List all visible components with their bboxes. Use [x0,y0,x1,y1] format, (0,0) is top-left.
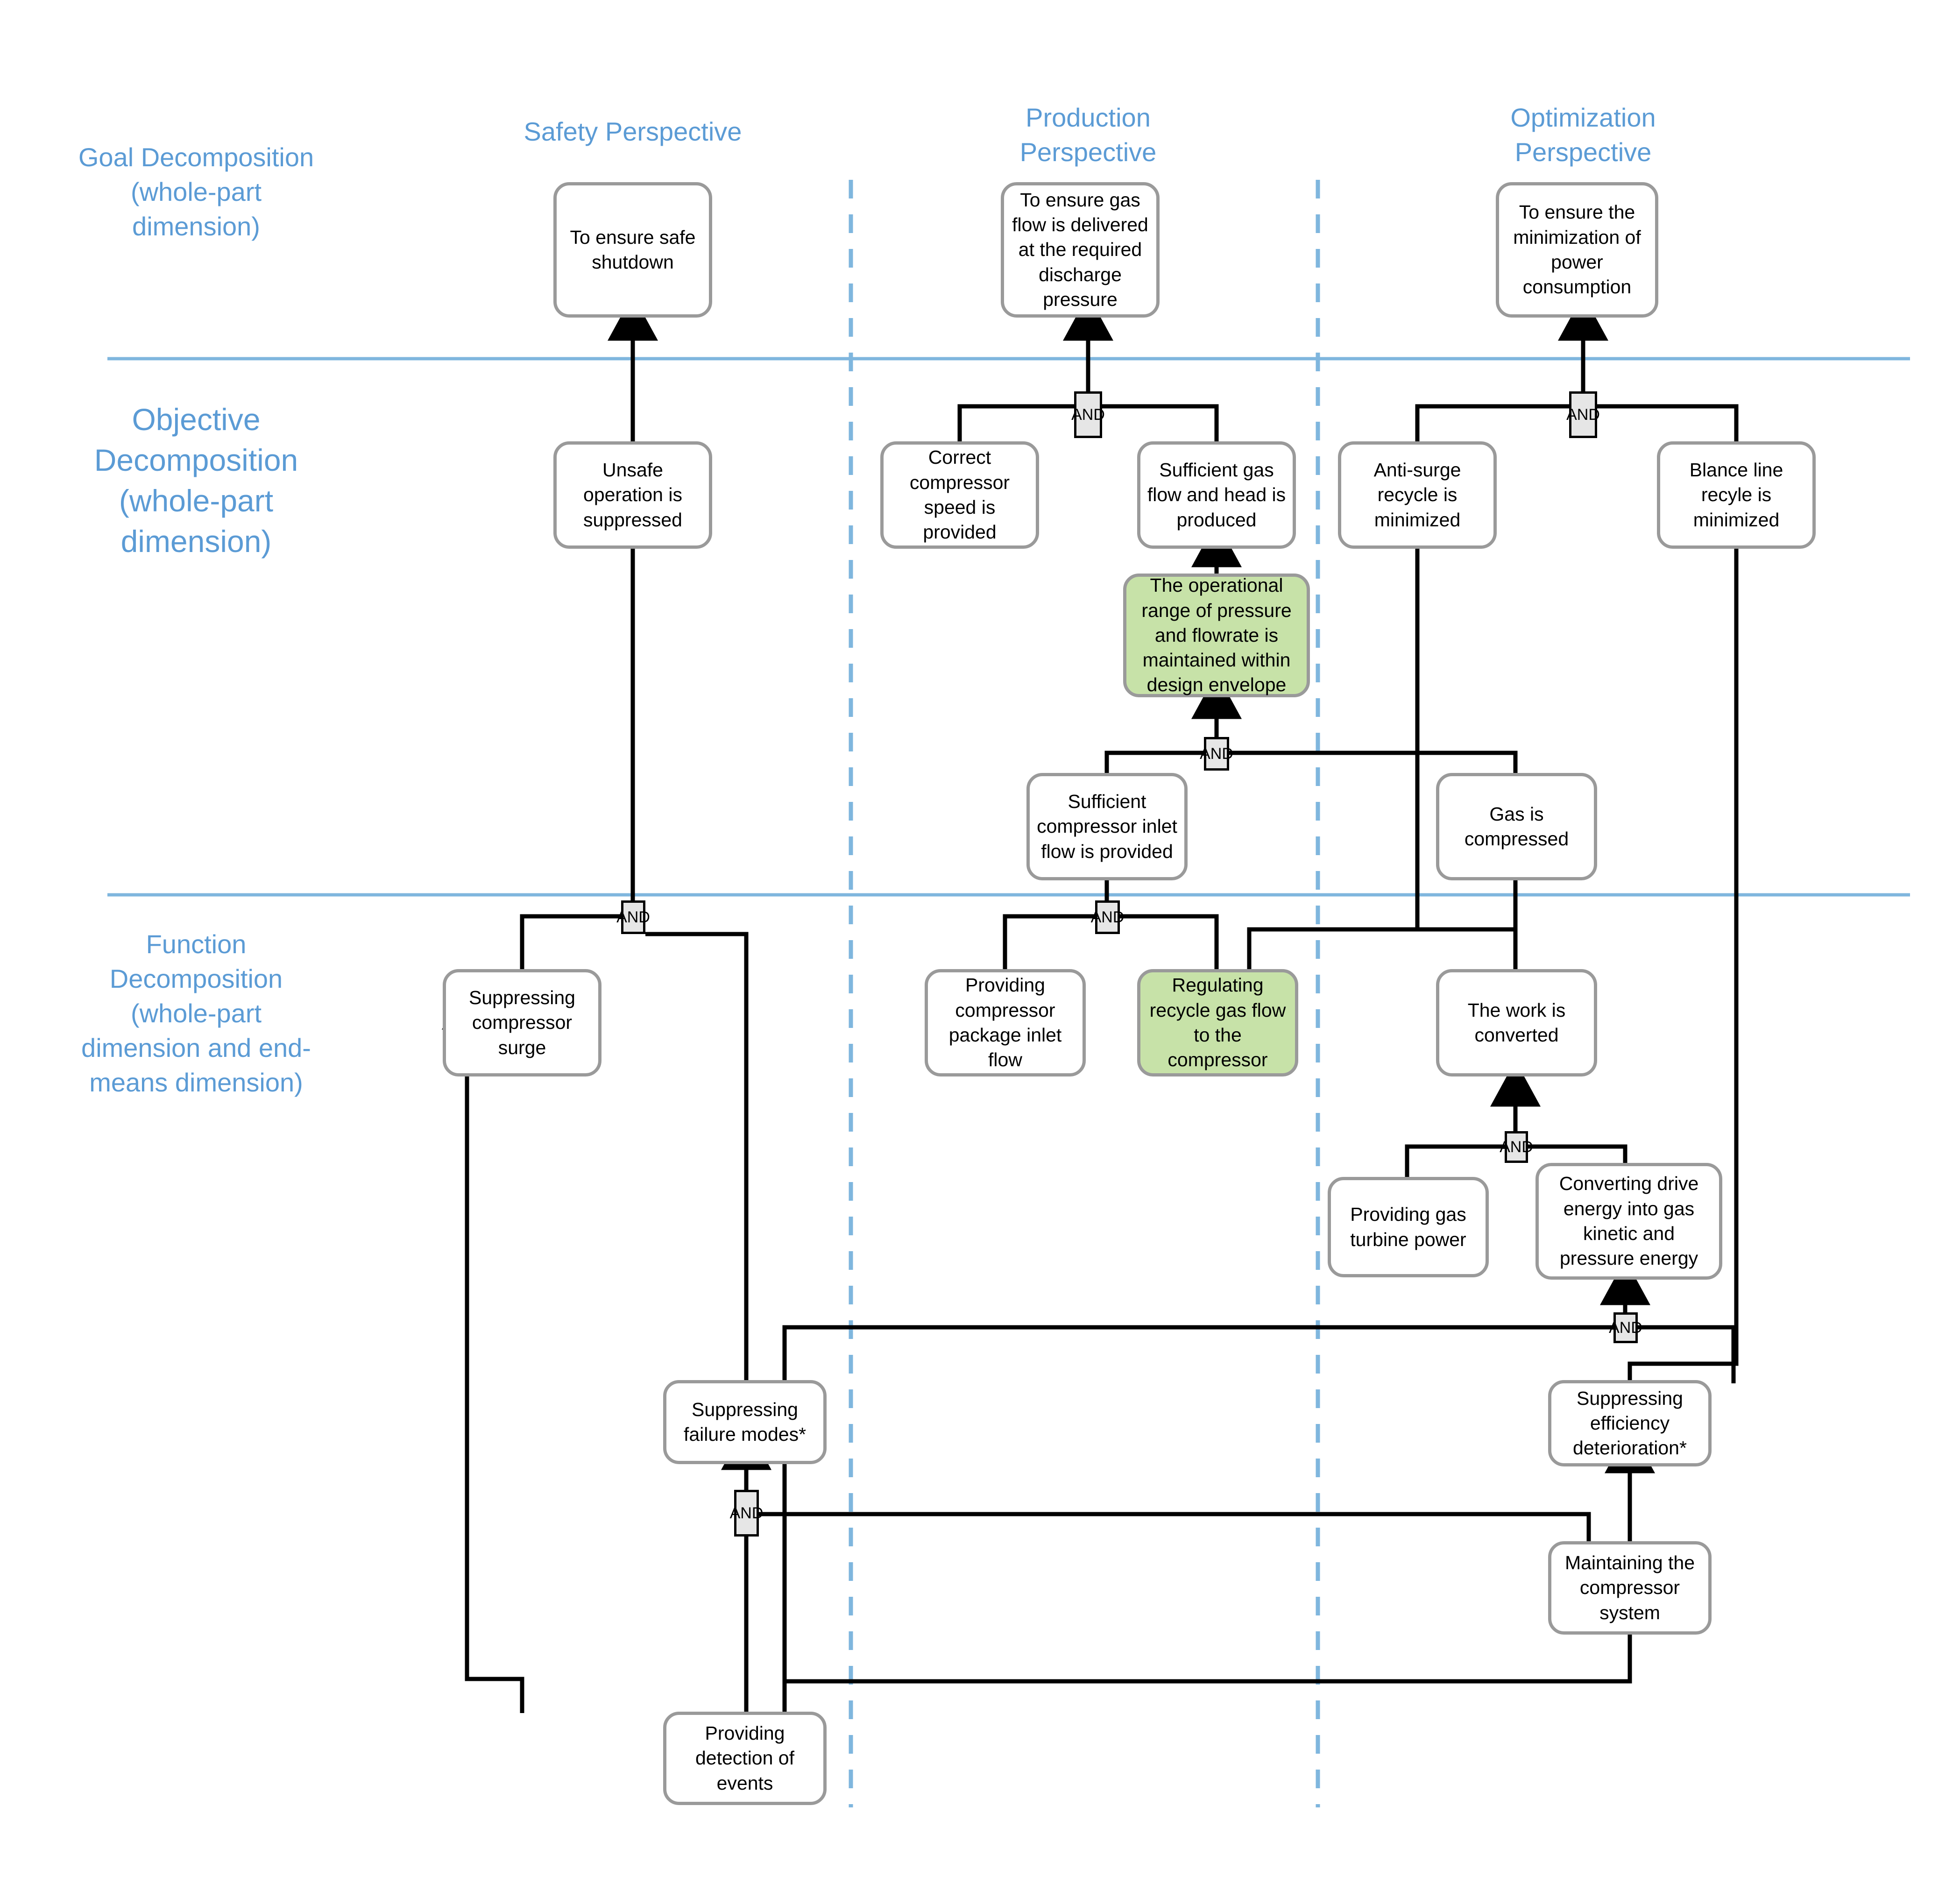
node-suppressing-compressor-surge[interactable]: Suppressing compressor surge [443,969,601,1076]
and-gate-label: AND [729,1504,764,1522]
node-label: Providing detection of events [695,1722,794,1794]
wire-detection-to-suppresssurge [442,983,524,1713]
wire-suppresseff-to-convertgate [1637,1325,1736,1383]
node-suppressing-efficiency-deterioration[interactable]: Suppressing efficiency deterioration* [1548,1380,1712,1466]
column-header-optimization-text: Optimization Perspective [1510,103,1656,167]
row-label-goal: Goal Decomposition (whole-part dimension… [75,140,318,244]
wire-pkginlet-to-prodfngate [1003,914,1095,971]
and-gate-detection[interactable]: AND [730,1490,763,1537]
column-header-optimization: Optimization Perspective [1466,100,1700,170]
node-correct-compressor-speed[interactable]: Correct compressor speed is provided [880,441,1039,549]
column-header-safety-text: Safety Perspective [524,117,742,146]
node-label: Maintaining the compressor system [1564,1552,1695,1623]
and-gate-label: AND [1566,405,1600,424]
node-providing-detection-of-events[interactable]: Providing detection of events [663,1712,827,1805]
wire-blance-feed-base [1627,1334,1739,1382]
node-label: Sufficient compressor inlet flow is prov… [1037,791,1177,862]
and-gate-label: AND [1071,405,1105,424]
column-header-production: Production Perspective [971,100,1205,170]
node-to-ensure-safe-shutdown[interactable]: To ensure safe shutdown [553,182,712,318]
and-gate-label: AND [1609,1318,1642,1337]
node-regulating-recycle-gas-flow[interactable]: Regulating recycle gas flow to the compr… [1137,969,1298,1076]
row-label-objective-text: Objective Decomposition (whole-part dime… [94,402,298,559]
column-header-production-text: Production Perspective [1019,103,1157,167]
node-sufficient-gas-flow-head[interactable]: Sufficient gas flow and head is produced [1137,441,1296,549]
node-antisurge-recycle-minimized[interactable]: Anti-surge recycle is minimized [1338,441,1497,549]
row-label-goal-text: Goal Decomposition (whole-part dimension… [78,142,314,241]
row-label-function: Function Decomposition (whole-part dimen… [75,927,318,1100]
node-label: Suppressing compressor surge [469,987,575,1058]
node-label: Providing compressor package inlet flow [948,974,1062,1071]
diagram-canvas: Goal Decomposition (whole-part dimension… [0,0,1960,1898]
node-gas-is-compressed[interactable]: Gas is compressed [1436,773,1597,880]
wire-detection-to-convertgate [782,1325,1613,1713]
and-gate-label: AND [1090,908,1125,926]
node-label: To ensure gas flow is delivered at the r… [1012,189,1148,310]
node-label: Blance line recyle is minimized [1689,459,1783,531]
and-gate-label: AND [1200,744,1233,763]
and-gate-label: AND [1500,1138,1533,1156]
node-maintaining-the-compressor-system[interactable]: Maintaining the compressor system [1548,1541,1712,1635]
node-label: Suppressing efficiency deterioration* [1573,1387,1687,1459]
node-to-ensure-gas-flow-delivered[interactable]: To ensure gas flow is delivered at the r… [1001,182,1160,318]
node-label: Converting drive energy into gas kinetic… [1559,1173,1699,1269]
wire-detection-to-maintaining-bottom [782,1583,1655,1713]
wire-suffinlet-to-rangegate [1104,751,1204,775]
row-label-objective: Objective Decomposition (whole-part dime… [75,399,318,562]
wire-regulate-to-prodfngate [1120,914,1219,971]
wire-gascompressed-to-rangegate [1229,751,1518,775]
node-suppressing-failure-modes[interactable]: Suppressing failure modes* [663,1380,827,1464]
and-gate-work-converted[interactable]: AND [1500,1131,1533,1163]
node-label: To ensure safe shutdown [570,226,696,273]
node-providing-compressor-package-inlet-flow[interactable]: Providing compressor package inlet flow [925,969,1086,1076]
and-gate-operational-range[interactable]: AND [1200,737,1233,771]
node-label: Anti-surge recycle is minimized [1373,459,1461,531]
node-label: Correct compressor speed is provided [909,446,1010,543]
node-label: Regulating recycle gas flow to the compr… [1149,974,1286,1071]
node-converting-drive-energy[interactable]: Converting drive energy into gas kinetic… [1535,1163,1722,1280]
node-label: Sufficient gas flow and head is produced [1147,459,1286,531]
and-gate-production-function[interactable]: AND [1091,900,1124,934]
node-label: Providing gas turbine power [1350,1204,1466,1250]
column-header-safety: Safety Perspective [502,114,764,149]
node-label: Suppressing failure modes* [683,1398,807,1445]
wire-detectiongate-to-maintaining [759,1512,1591,1593]
row-label-function-text: Function Decomposition (whole-part dimen… [81,929,311,1097]
wire-suppressfailure-to-safetygate [645,932,749,1382]
wire-suppresssurge-to-safetygate [520,914,621,971]
and-gate-optimization-goal[interactable]: AND [1566,391,1600,438]
node-operational-range-maintained[interactable]: The operational range of pressure and fl… [1123,574,1310,697]
node-blance-line-recyle-minimized[interactable]: Blance line recyle is minimized [1657,441,1816,549]
node-label: Gas is compressed [1464,803,1569,850]
and-gate-label: AND [616,908,650,926]
node-sufficient-compressor-inlet-flow[interactable]: Sufficient compressor inlet flow is prov… [1026,773,1188,880]
node-unsafe-operation-suppressed[interactable]: Unsafe operation is suppressed [553,441,712,549]
and-gate-safety-function[interactable]: AND [616,900,650,934]
node-providing-gas-turbine-power[interactable]: Providing gas turbine power [1328,1177,1489,1277]
node-the-work-is-converted[interactable]: The work is converted [1436,969,1597,1076]
and-gate-production-goal[interactable]: AND [1071,391,1105,438]
node-label: To ensure the minimization of power cons… [1513,201,1641,298]
node-label: The operational range of pressure and fl… [1141,574,1292,696]
node-to-ensure-minimization-power[interactable]: To ensure the minimization of power cons… [1496,182,1658,318]
wire-turbine-to-workgate [1405,1144,1505,1179]
wire-antisurge-feed-base [1249,916,1420,932]
node-label: The work is converted [1467,999,1566,1046]
and-gate-converting-drive[interactable]: AND [1609,1312,1642,1343]
node-label: Unsafe operation is suppressed [583,459,682,531]
